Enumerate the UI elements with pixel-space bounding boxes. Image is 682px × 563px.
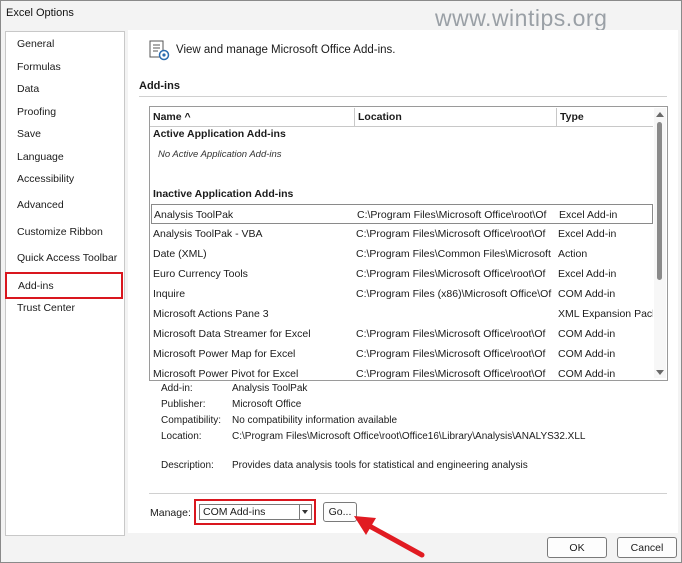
sidebar-item-formulas[interactable]: Formulas — [6, 57, 124, 77]
compatibility-value: No compatibility information available — [232, 415, 398, 426]
description-value: Provides data analysis tools for statist… — [232, 460, 528, 471]
table-row[interactable]: Microsoft Actions Pane 3 XML Expansion P… — [150, 304, 653, 324]
addin-name: Analysis ToolPak - VBA — [153, 228, 263, 240]
options-sidebar: General Formulas Data Proofing Save Lang… — [5, 31, 125, 536]
location-value: C:\Program Files\Microsoft Office\root\O… — [232, 431, 586, 442]
scroll-down-icon[interactable] — [656, 370, 664, 375]
sidebar-item-proofing[interactable]: Proofing — [6, 102, 124, 122]
publisher-value: Microsoft Office — [232, 399, 302, 410]
section-divider — [139, 96, 667, 97]
manage-dropdown[interactable]: COM Add-ins — [199, 504, 312, 520]
addin-location: C:\Program Files\Microsoft Office\root\O… — [356, 228, 546, 240]
section-title: Add-ins — [139, 80, 180, 92]
addin-detail-label: Add-in: — [161, 383, 193, 394]
addin-name: Date (XML) — [153, 248, 207, 260]
addin-type: COM Add-in — [558, 368, 616, 380]
addin-name: Analysis ToolPak — [154, 209, 234, 221]
addin-type: COM Add-in — [558, 288, 616, 300]
sidebar-item-add-ins[interactable]: Add-ins — [5, 272, 123, 299]
addin-type: Action — [558, 248, 588, 260]
addin-location: C:\Program Files\Microsoft Office\root\O… — [357, 209, 547, 221]
addin-type: Excel Add-in — [559, 209, 618, 221]
sidebar-item-save[interactable]: Save — [6, 124, 124, 144]
column-header-type[interactable]: Type — [557, 108, 653, 126]
bottom-divider — [149, 493, 667, 494]
table-row[interactable]: Analysis ToolPak C:\Program Files\Micros… — [151, 204, 653, 224]
addin-type: Excel Add-in — [558, 228, 617, 240]
sidebar-item-customize-ribbon[interactable]: Customize Ribbon — [6, 222, 124, 242]
addin-name: Microsoft Power Pivot for Excel — [153, 368, 299, 380]
addin-location: C:\Program Files\Microsoft Office\root\O… — [356, 348, 546, 360]
addin-detail-value: Analysis ToolPak — [232, 383, 308, 394]
group-inactive-add-ins: Inactive Application Add-ins — [153, 188, 294, 200]
addins-gear-icon — [149, 40, 170, 61]
sidebar-item-data[interactable]: Data — [6, 79, 124, 99]
addin-type: COM Add-in — [558, 328, 616, 340]
sidebar-item-trust-center[interactable]: Trust Center — [6, 298, 124, 318]
table-row[interactable]: Microsoft Power Map for Excel C:\Program… — [150, 344, 653, 364]
table-row[interactable]: Date (XML) C:\Program Files\Common Files… — [150, 244, 653, 264]
cancel-button[interactable]: Cancel — [617, 537, 677, 558]
addin-name: Inquire — [153, 288, 186, 300]
table-row[interactable]: Microsoft Data Streamer for Excel C:\Pro… — [150, 324, 653, 344]
addin-name: Microsoft Actions Pane 3 — [153, 308, 269, 320]
group-active-add-ins: Active Application Add-ins — [153, 128, 286, 140]
addin-name: Euro Currency Tools — [153, 268, 248, 280]
column-header-name[interactable]: Name ^ — [150, 108, 355, 126]
addin-type: Excel Add-in — [558, 268, 617, 280]
red-arrow-annotation — [354, 516, 425, 558]
addin-name: Microsoft Data Streamer for Excel — [153, 328, 311, 340]
addin-type: COM Add-in — [558, 348, 616, 360]
location-label: Location: — [161, 431, 202, 442]
header-divider — [150, 126, 653, 127]
table-row[interactable]: Inquire C:\Program Files (x86)\Microsoft… — [150, 284, 653, 304]
addin-name: Microsoft Power Map for Excel — [153, 348, 296, 360]
manage-label: Manage: — [150, 507, 191, 519]
scrollbar-thumb[interactable] — [657, 122, 662, 280]
column-header-location[interactable]: Location — [355, 108, 557, 126]
table-row[interactable]: Microsoft Power Pivot for Excel C:\Progr… — [150, 364, 653, 380]
addin-location: C:\Program Files\Common Files\Microsoft — [356, 248, 551, 260]
table-row[interactable]: Euro Currency Tools C:\Program Files\Mic… — [150, 264, 653, 284]
manage-dropdown-value: COM Add-ins — [203, 506, 266, 518]
table-row[interactable]: Analysis ToolPak - VBA C:\Program Files\… — [150, 224, 653, 244]
publisher-label: Publisher: — [161, 399, 206, 410]
addin-type: XML Expansion Pack — [558, 308, 653, 320]
manage-highlight: COM Add-ins — [194, 499, 316, 525]
add-ins-list[interactable]: Name ^ Location Type Active Application … — [149, 106, 668, 381]
no-active-add-ins: No Active Application Add-ins — [158, 149, 282, 160]
addin-location: C:\Program Files\Microsoft Office\root\O… — [356, 368, 546, 380]
vertical-scrollbar[interactable] — [654, 108, 666, 378]
addin-location: C:\Program Files\Microsoft Office\root\O… — [356, 268, 546, 280]
addin-location: C:\Program Files (x86)\Microsoft Office\… — [356, 288, 552, 300]
scroll-up-icon[interactable] — [656, 112, 664, 117]
ok-button[interactable]: OK — [547, 537, 607, 558]
description-label: Description: — [161, 460, 214, 471]
sidebar-item-quick-access-toolbar[interactable]: Quick Access Toolbar — [6, 248, 124, 268]
compatibility-label: Compatibility: — [161, 415, 222, 426]
addin-location: C:\Program Files\Microsoft Office\root\O… — [356, 328, 546, 340]
title-bar: Excel Options www.wintips.org — [1, 1, 681, 31]
sidebar-item-accessibility[interactable]: Accessibility — [6, 169, 124, 189]
sidebar-item-general[interactable]: General — [6, 34, 124, 54]
chevron-down-icon[interactable] — [299, 505, 311, 519]
window-title: Excel Options — [6, 7, 74, 19]
header-description: View and manage Microsoft Office Add-ins… — [176, 44, 396, 56]
watermark: www.wintips.org — [435, 5, 608, 31]
sidebar-item-language[interactable]: Language — [6, 147, 124, 167]
sidebar-item-advanced[interactable]: Advanced — [6, 195, 124, 215]
